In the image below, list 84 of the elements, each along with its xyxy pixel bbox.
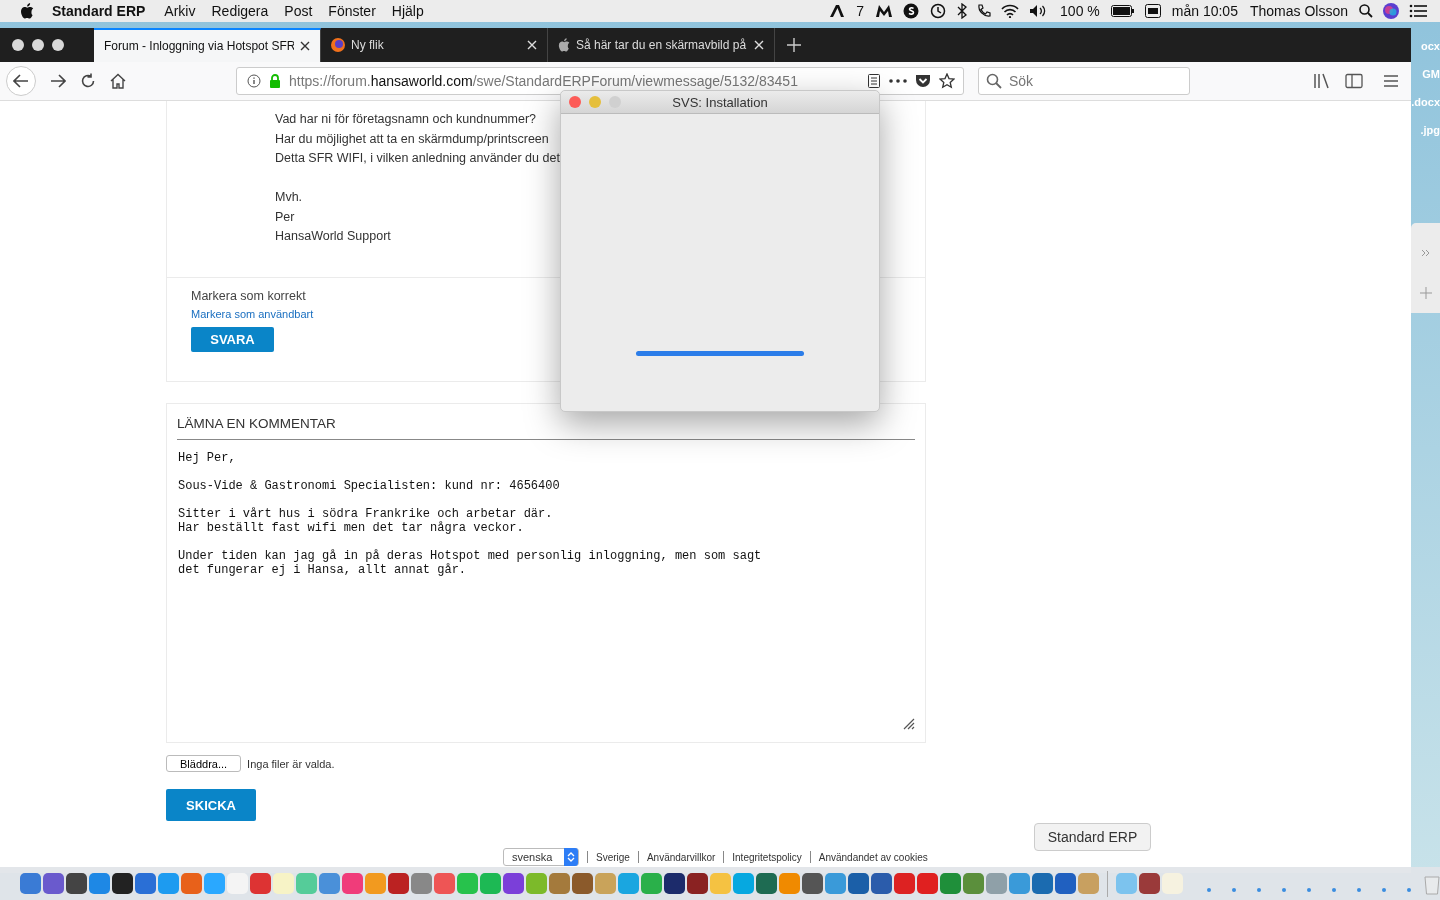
firefox-icon — [331, 38, 345, 52]
menu-item[interactable]: Hjälp — [391, 3, 424, 19]
signature-line: HansaWorld Support — [275, 228, 392, 245]
footer-link[interactable]: Användandet av cookies — [818, 851, 928, 863]
url-text: https://forum.hansaworld.com/swe/StandardERPForum/viewmessage/5132/83451 — [289, 73, 799, 89]
mark-correct-link[interactable]: Markera som korrekt — [191, 289, 306, 303]
new-tab-icon[interactable] — [787, 38, 801, 52]
file-status: Inga filer är valda. — [247, 757, 335, 770]
file-label: .docx — [1411, 96, 1440, 108]
address-bar[interactable]: https://forum.hansaworld.com/swe/StandardERPForum/viewmessage/5132/83451 — [236, 67, 964, 95]
sidebar-icon[interactable] — [1345, 73, 1363, 89]
reader-view-icon[interactable] — [867, 74, 881, 88]
minimize-window-button[interactable] — [32, 39, 44, 51]
clock-text[interactable]: mån 10:05 — [1171, 3, 1238, 19]
app-icon[interactable] — [112, 873, 133, 894]
footer-link[interactable]: Sverige — [596, 851, 630, 863]
menu-icon[interactable] — [1383, 74, 1399, 88]
menu-item[interactable]: Fönster — [328, 3, 376, 19]
tab-title: Så här tar du en skärmavbild på — [576, 38, 748, 52]
close-window-button[interactable] — [12, 39, 24, 51]
m-logo-icon[interactable] — [875, 4, 894, 18]
bluetooth-icon[interactable] — [957, 3, 968, 19]
pocket-icon[interactable] — [915, 74, 931, 88]
siri-icon[interactable] — [1383, 3, 1399, 19]
tab-title: Ny flik — [351, 38, 385, 52]
library-icon[interactable] — [1313, 73, 1331, 89]
footer-link[interactable]: Integritetspolicy — [732, 851, 802, 863]
badge-count: 7 — [856, 3, 865, 19]
search-icon[interactable] — [1359, 4, 1373, 18]
user-name[interactable]: Thomas Olsson — [1249, 3, 1348, 19]
app-icon[interactable] — [66, 873, 87, 894]
close-icon[interactable] — [300, 41, 310, 51]
star-icon[interactable] — [939, 73, 955, 89]
message-line: Detta SFR WIFI, i vilken anledning använder du det — [275, 150, 561, 167]
menu-item[interactable]: Redigera — [211, 3, 269, 19]
clock-icon[interactable] — [929, 3, 948, 19]
file-label: ocx — [1421, 40, 1440, 52]
message-line: Har du möjlighet att ta en skärmdump/printscreen — [275, 130, 550, 148]
dock-tooltip: Standard ERP — [1034, 823, 1151, 851]
document-icon[interactable] — [1138, 873, 1160, 894]
footer-link[interactable]: Användarvillkor — [646, 851, 716, 863]
wifi-icon[interactable] — [1001, 4, 1020, 18]
submit-button[interactable]: SKICKA — [166, 789, 256, 821]
back-arrow-icon — [13, 74, 29, 88]
text-tool-icon[interactable] — [829, 4, 846, 18]
lock-icon — [269, 74, 281, 88]
language-select[interactable]: svenska — [503, 848, 579, 866]
file-label: .jpg — [1420, 124, 1440, 136]
app-menu[interactable]: Standard ERP — [52, 3, 146, 19]
keyboard-icon[interactable] — [1144, 4, 1161, 18]
signature-line: Mvh. — [275, 189, 304, 206]
back-button[interactable] — [6, 66, 36, 96]
search-field[interactable]: Sök — [978, 67, 1190, 95]
mark-useful-link[interactable]: Markera som användbart — [191, 308, 314, 320]
reply-button[interactable]: SVARA — [191, 327, 274, 352]
menu-item[interactable]: Arkiv — [164, 3, 196, 19]
app-icon[interactable] — [687, 873, 708, 894]
stepper-icon — [564, 848, 578, 866]
info-icon[interactable] — [247, 74, 261, 88]
battery-percentage: 100 % — [1060, 3, 1100, 19]
menu-item[interactable]: Post — [284, 3, 313, 19]
browse-button[interactable]: Bläddra... — [166, 755, 242, 772]
home-icon[interactable] — [110, 73, 126, 89]
forward-icon[interactable] — [50, 74, 66, 88]
resize-handle-icon[interactable] — [903, 718, 915, 730]
app-icon[interactable] — [802, 873, 823, 894]
more-icon[interactable] — [889, 79, 907, 83]
file-label: GM — [1422, 68, 1440, 80]
list-icon[interactable] — [1409, 4, 1427, 18]
apple-logo-icon[interactable] — [20, 3, 34, 19]
battery-icon[interactable] — [1110, 5, 1135, 17]
tab-title: Forum - Inloggning via Hotspot SFR — [104, 39, 294, 53]
zoom-window-button[interactable] — [52, 39, 64, 51]
signature-line: Per — [275, 208, 296, 226]
app-icon[interactable] — [664, 873, 685, 894]
message-line: Vad har ni för företagsnamn och kundnummer? — [275, 111, 538, 128]
browser-tab[interactable]: Forum - Inloggning via Hotspot SFR — [94, 28, 321, 62]
dialog-title: SVS: Installation — [672, 94, 768, 110]
s-logo-icon[interactable] — [903, 3, 920, 19]
apple-icon — [558, 38, 570, 52]
phone-icon[interactable] — [977, 4, 992, 18]
chevron-icon[interactable] — [1420, 247, 1431, 258]
reload-icon[interactable] — [80, 73, 96, 89]
comment-field[interactable]: Hej Per, Sous-Vide & Gastronomi Specialisten: kund nr: 4656400 Sitter i vårt hus i södra Frankrike och arbetar där. Har beställt fast wifi men det tar några veckor. Under tiden kan jag gå in på deras Hotspot med personlig inloggning, men som sagt det fungerar ej i Hansa, allt annat går. — [177, 440, 915, 588]
